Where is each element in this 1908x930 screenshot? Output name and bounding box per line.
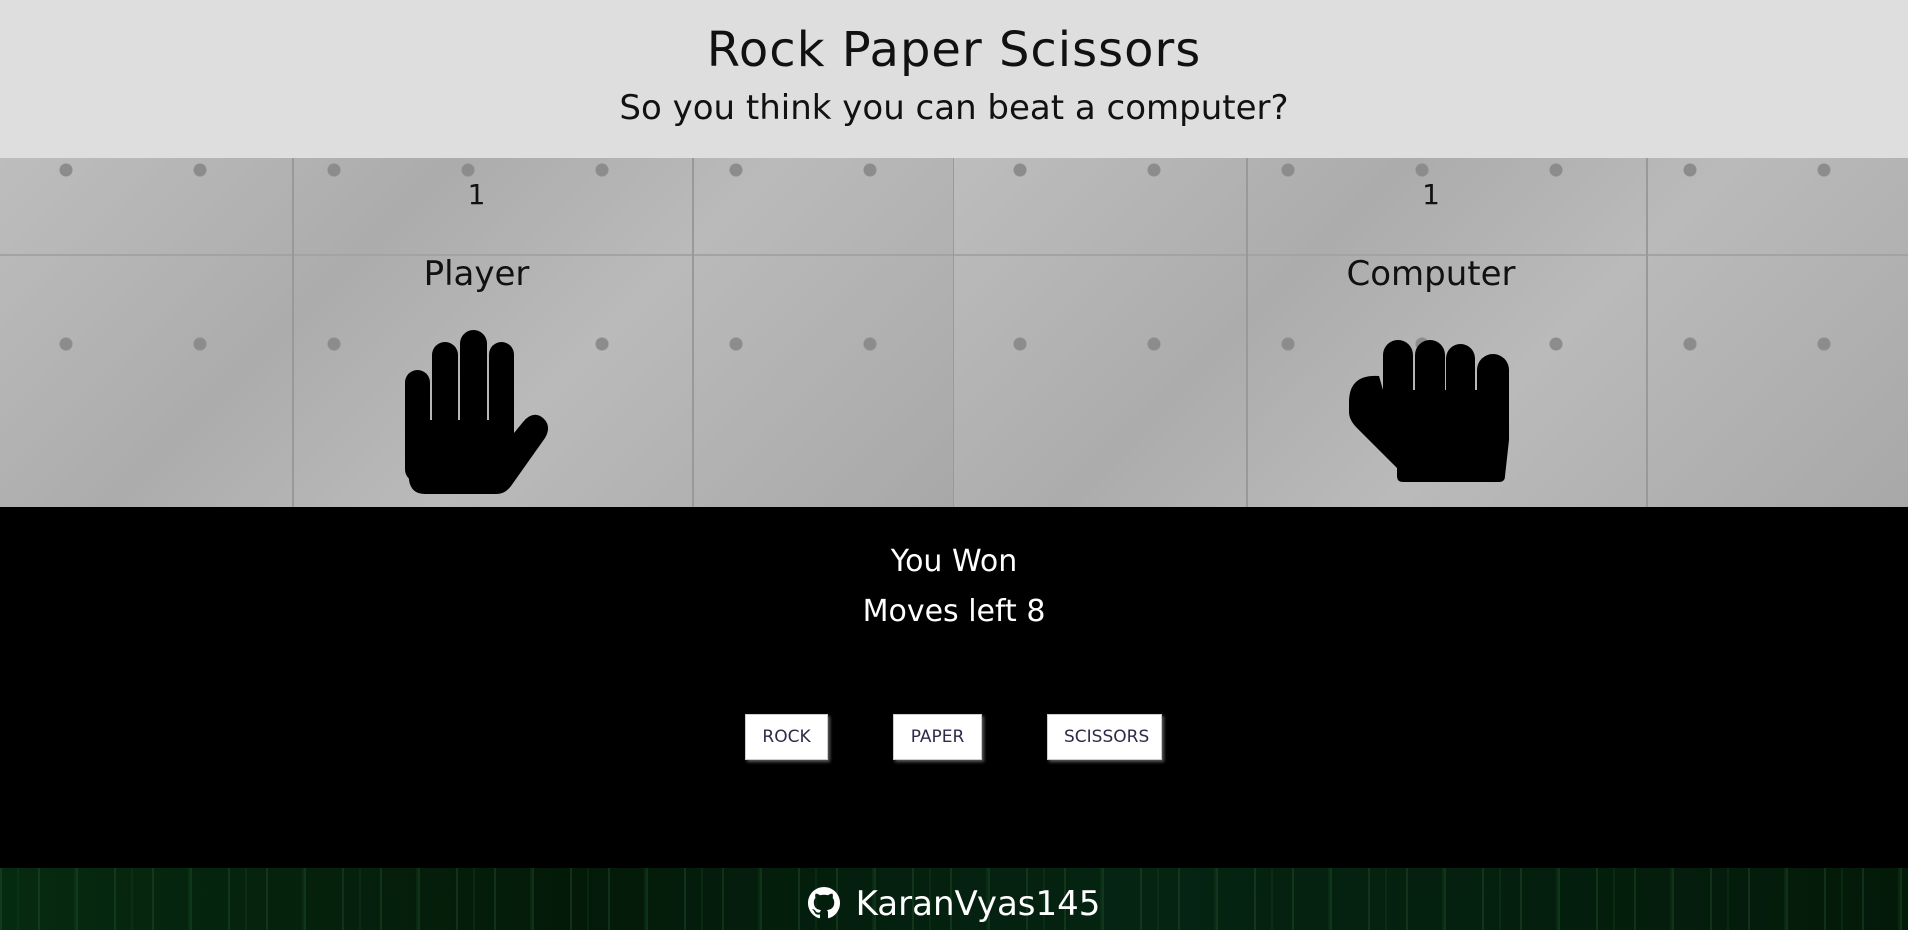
computer-score: 1 [1422, 178, 1440, 211]
footer: KaranVyas145 [0, 868, 1908, 930]
github-profile-link[interactable]: KaranVyas145 [0, 884, 1908, 924]
github-username: KaranVyas145 [855, 884, 1101, 924]
player-label: Player [423, 254, 530, 294]
page-title: Rock Paper Scissors [706, 22, 1202, 78]
header: Rock Paper Scissors So you think you can… [0, 0, 1908, 158]
page-subtitle: So you think you can beat a computer? [619, 88, 1289, 128]
game-arena: 1 Player 1 Computer [0, 158, 1908, 507]
scissors-button[interactable]: SCISSORS [1047, 714, 1162, 760]
paper-button[interactable]: PAPER [893, 714, 982, 760]
computer-panel: 1 Computer [954, 158, 1908, 507]
computer-label: Computer [1346, 254, 1516, 294]
player-score: 1 [467, 178, 486, 211]
github-icon [807, 887, 840, 919]
player-panel: 1 Player [0, 158, 954, 507]
moves-left: Moves left 8 [862, 594, 1046, 629]
round-result: You Won [890, 544, 1018, 579]
hand-paper-icon [404, 330, 548, 494]
rock-button[interactable]: ROCK [745, 714, 828, 760]
hand-rock-icon [1349, 340, 1509, 482]
